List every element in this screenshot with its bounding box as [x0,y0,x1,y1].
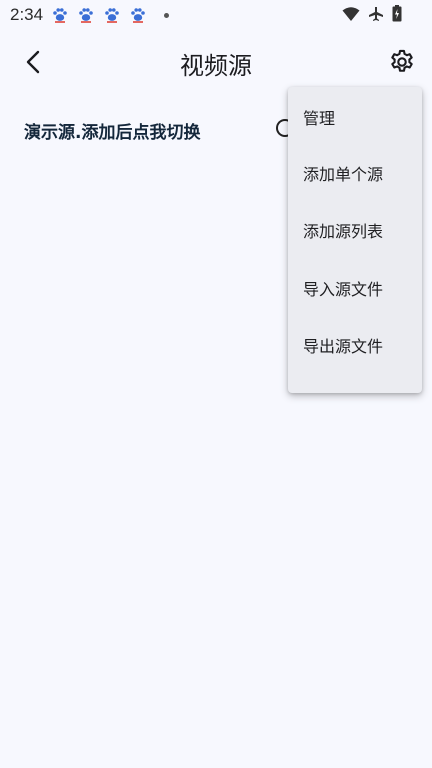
baidu-paw-icon [53,8,67,23]
airplane-icon [369,6,383,21]
status-bar: 2:34 [0,0,432,30]
settings-menu: 管理 添加单个源 添加源列表 导入源文件 导出源文件 [288,87,422,393]
menu-item-add-single-source[interactable]: 添加单个源 [288,144,422,201]
app-bar: 视频源 [0,38,432,88]
baidu-paw-icon [105,8,119,23]
source-name: 演示源.添加后点我切换 [24,123,201,143]
menu-item-export-source-file[interactable]: 导出源文件 [288,317,422,374]
more-notifications-dot [164,12,169,18]
battery-icon [392,5,402,22]
menu-item-add-source-list[interactable]: 添加源列表 [288,202,422,259]
baidu-paw-icon [79,8,93,23]
gear-icon [391,49,413,72]
wifi-icon [342,6,360,21]
menu-item-import-source-file[interactable]: 导入源文件 [288,259,422,316]
menu-item-manage[interactable]: 管理 [288,87,422,144]
system-icons [342,5,402,22]
page-title: 视频源 [180,52,252,80]
settings-button[interactable] [388,48,416,76]
notification-icons [52,7,169,23]
baidu-paw-icon [131,8,145,23]
status-time: 2:34 [10,5,44,24]
